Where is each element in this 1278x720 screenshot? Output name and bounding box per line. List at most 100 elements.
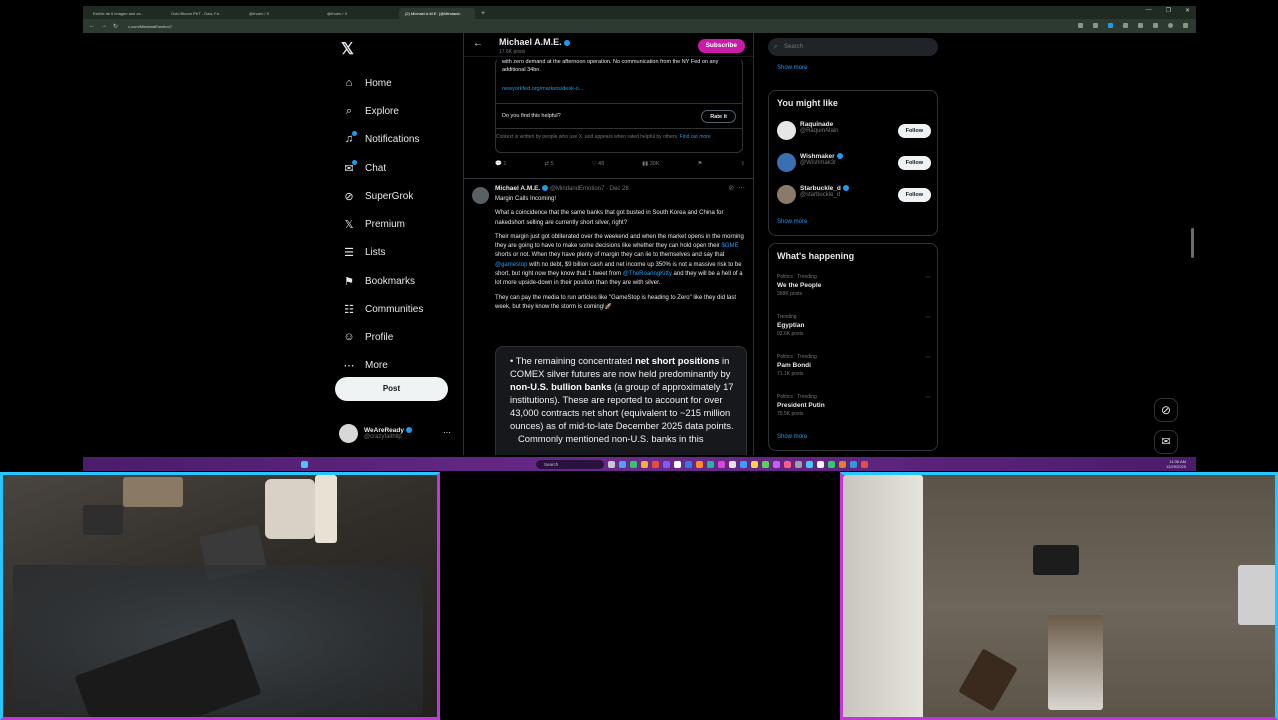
nav-supergrok[interactable]: ⊘ SuperGrok [341,188,413,204]
avatar[interactable] [472,187,489,204]
reload-icon[interactable]: ↻ [113,23,118,30]
app-icon[interactable] [729,460,736,468]
subscribe-button[interactable]: Subscribe [697,39,745,53]
forward-arrow-icon[interactable]: → [101,23,107,29]
app-icon[interactable] [762,460,769,468]
author-name[interactable]: Michael A.M.E. [495,185,540,192]
follow-button[interactable]: Follow [897,188,931,202]
app-icon[interactable] [619,460,626,468]
extension-icon[interactable] [1138,23,1143,28]
author-handle[interactable]: @MindandEmotion7 [550,186,604,192]
nav-profile[interactable]: ☺ Profile [341,329,393,345]
browser-tab[interactable]: Gold Bloom PKT - Daw, Fe.. [165,8,241,19]
app-icon[interactable] [630,460,637,468]
nav-communities[interactable]: ☷ Communities [341,301,423,317]
windows-start-icon[interactable] [301,460,308,468]
app-icon[interactable] [850,460,857,468]
new-tab-button[interactable]: + [481,8,485,19]
app-icon[interactable] [641,460,648,468]
like-button[interactable]: ♡ 48 [592,161,605,167]
app-icon[interactable] [828,460,835,468]
more-icon[interactable]: ⋯ [925,274,931,281]
suggested-user[interactable]: Starbuckle_d @starbuckle_d Follow [777,183,931,207]
app-icon[interactable] [784,460,791,468]
app-icon[interactable] [795,460,802,468]
maximize-button[interactable]: ❐ [1166,7,1171,14]
app-icon[interactable] [751,460,758,468]
menu-icon[interactable] [1183,23,1188,28]
app-icon[interactable] [652,460,659,468]
search-input[interactable]: ⌕ Search [768,38,938,56]
browser-tab[interactable]: @rhuen / X [321,8,397,19]
browser-tab[interactable]: @rhuen / X [243,8,319,19]
note-link[interactable]: newyorkfed.org/markets/desk-o... [502,86,583,92]
app-icon[interactable] [608,460,615,468]
x-logo-icon[interactable]: 𝕏 [341,39,354,59]
trend-item[interactable]: Politics · Trending President Putin 75.5… [777,394,931,417]
nav-more[interactable]: ⋯ More [341,357,388,373]
account-switcher[interactable]: WeAreReady @crazyfaithllp ⋯ [339,424,459,443]
app-icon[interactable] [707,460,714,468]
extension-icon[interactable] [1153,23,1158,28]
nav-home[interactable]: ⌂ Home [341,75,392,91]
app-icon[interactable] [817,460,824,468]
app-icon[interactable] [773,460,780,468]
avatar[interactable] [777,153,796,172]
clock[interactable]: 11:36 AM 12/29/2025 [1166,459,1186,469]
follow-button[interactable]: Follow [897,156,931,170]
mention-link[interactable]: @gamestop [495,262,527,268]
cashtag-link[interactable]: $GME [721,243,738,249]
nav-premium[interactable]: 𝕏 Premium [341,216,405,232]
grok-icon[interactable]: ⊘ [1154,398,1178,422]
url-field[interactable]: x.com/MindandEmotion7 [128,24,172,29]
app-icon[interactable] [806,460,813,468]
suggested-user[interactable]: Wishmaker @Wishmak3r Follow [777,151,931,175]
extension-icon[interactable] [1108,23,1113,28]
nav-chat[interactable]: ✉ Chat [341,159,386,176]
reply-button[interactable]: 💬 1 [495,161,506,167]
profile-icon[interactable] [1168,23,1173,28]
repost-button[interactable]: ⇄ 5 [544,161,553,167]
tweet-date[interactable]: · Dec 28 [606,186,629,192]
avatar[interactable] [777,121,796,140]
tweet-image[interactable]: • The remaining concentrated net short p… [495,346,747,455]
more-icon[interactable]: ⋯ [925,394,931,401]
nav-lists[interactable]: ☰ Lists [341,244,386,260]
app-icon[interactable] [718,460,725,468]
more-icon[interactable]: ⋯ [738,185,745,192]
app-icon[interactable] [740,460,747,468]
nav-bookmarks[interactable]: ⚑ Bookmarks [341,273,415,289]
more-icon[interactable]: ⋯ [925,314,931,321]
find-out-more-link[interactable]: Find out more [680,134,711,140]
post-button[interactable]: Post [335,377,448,401]
app-icon[interactable] [861,460,868,468]
nav-notifications[interactable]: ♫ Notifications [341,131,419,147]
messages-icon[interactable]: ✉ [1154,430,1178,454]
extension-icon[interactable] [1078,23,1083,28]
scrollbar[interactable] [1191,228,1194,258]
show-more-link[interactable]: Show more [777,219,807,225]
trend-item[interactable]: Politics · Trending We the People 368K p… [777,274,931,297]
app-icon[interactable] [696,460,703,468]
trend-item[interactable]: Politics · Trending Pam Bondi 71.1K post… [777,354,931,377]
follow-button[interactable]: Follow [897,124,931,138]
views-button[interactable]: ▮▮ 30K [642,161,659,167]
nav-explore[interactable]: ⌕ Explore [341,103,399,119]
grok-icon[interactable]: ⊘ [728,185,734,192]
app-icon[interactable] [685,460,692,468]
back-arrow-icon[interactable]: ← [89,23,95,29]
bookmark-icon[interactable]: ⚑ [697,161,702,167]
app-icon[interactable] [839,460,846,468]
browser-tab[interactable]: EstVle de tl imagen and xa.. [87,8,163,19]
app-icon[interactable] [663,460,670,468]
suggested-user[interactable]: Raquinade @RaquinAlain Follow [777,119,931,143]
share-icon[interactable]: ⇪ [740,161,745,167]
extension-icon[interactable] [1093,23,1098,28]
browser-tab-active[interactable]: (2) Michael A.M.E. (@Mindand.. [399,8,475,19]
avatar[interactable] [777,185,796,204]
show-more-link[interactable]: Show more [777,65,807,71]
back-arrow-icon[interactable]: ← [473,38,483,49]
extension-icon[interactable] [1123,23,1128,28]
minimize-button[interactable]: — [1146,7,1152,14]
rate-it-button[interactable]: Rate it [701,110,736,123]
